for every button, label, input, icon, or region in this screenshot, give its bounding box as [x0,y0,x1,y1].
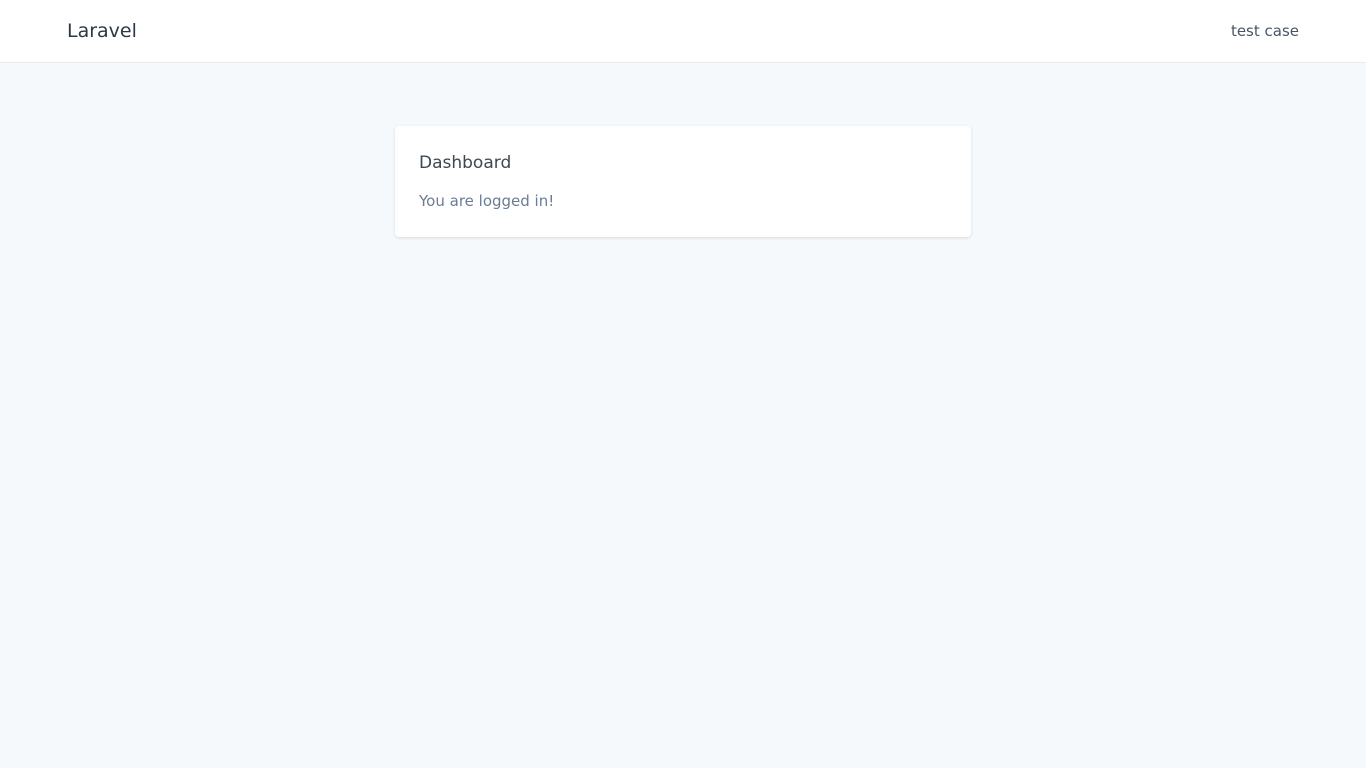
user-menu-link[interactable]: test case [1231,21,1299,41]
logged-in-message: You are logged in! [419,192,555,210]
card-title: Dashboard [419,153,512,173]
top-navbar: Laravel test case [0,0,1366,63]
dashboard-card [395,126,971,237]
brand-link[interactable]: Laravel [67,18,137,44]
